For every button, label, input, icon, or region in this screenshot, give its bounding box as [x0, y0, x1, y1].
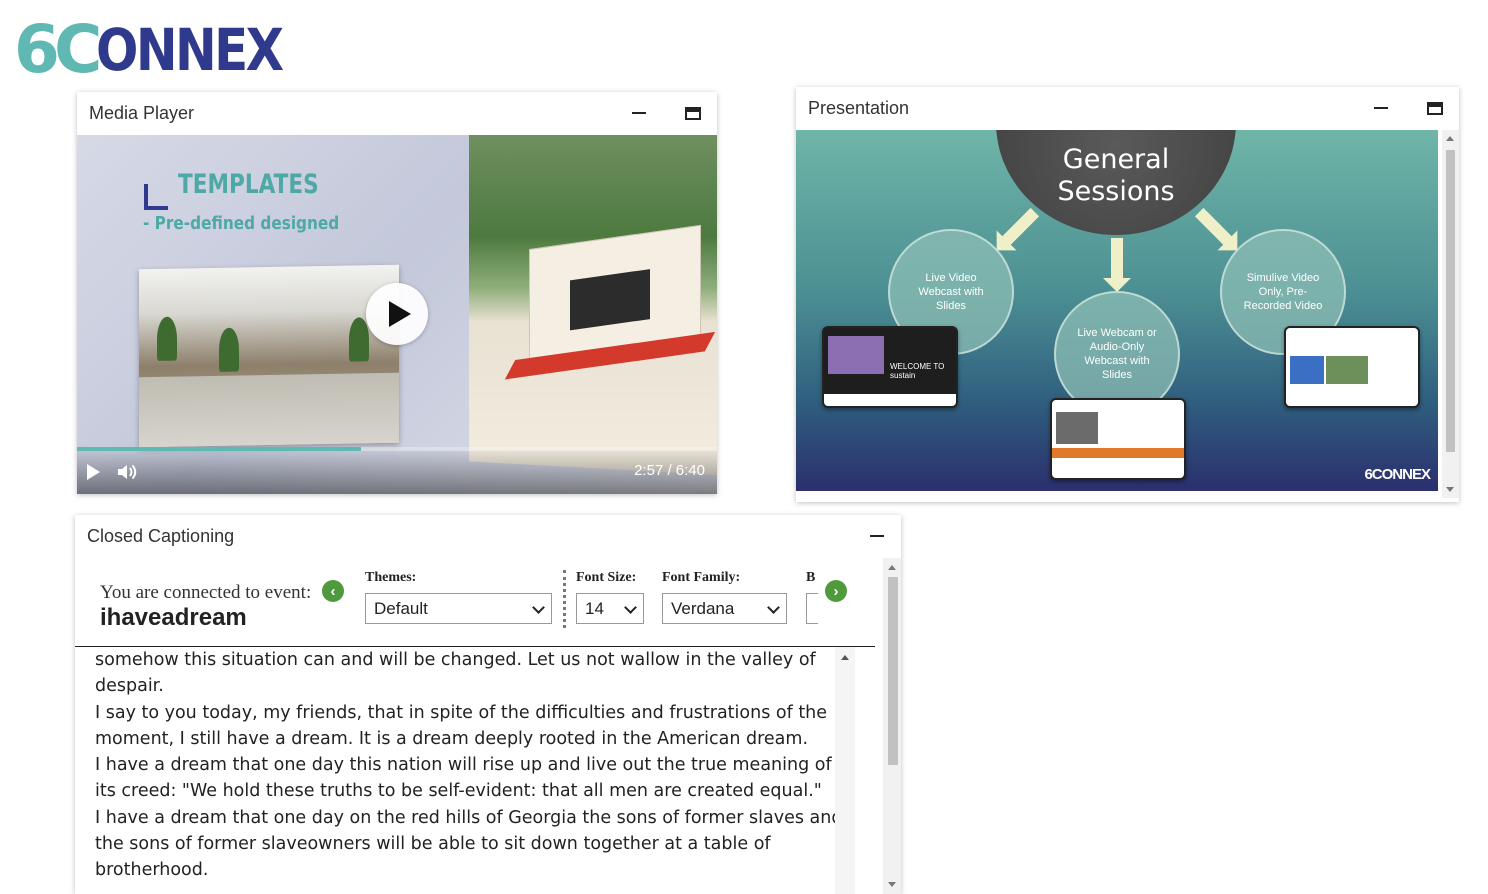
arrow-icon — [1194, 207, 1234, 247]
connex-logo: 6 C ONNEX — [14, 11, 312, 88]
font-size-value: 14 — [585, 598, 604, 618]
presentation-header: Presentation — [796, 87, 1459, 129]
thumbnail-caption: WELCOME TO sustain — [890, 362, 945, 380]
chevron-right-icon: › — [833, 582, 839, 600]
general-sessions-text: General Sessions — [1057, 144, 1175, 207]
tree-icon — [157, 316, 177, 361]
divider — [563, 570, 566, 628]
scrollbar-thumb[interactable] — [1446, 150, 1455, 452]
volume-icon[interactable] — [117, 463, 139, 481]
media-player-header: Media Player — [77, 92, 717, 134]
font-family-select[interactable]: Verdana — [662, 593, 787, 624]
previous-arrow-button[interactable]: ‹ — [322, 580, 344, 602]
big-play-button[interactable] — [366, 283, 428, 345]
media-player-title: Media Player — [89, 102, 195, 123]
minimize-button[interactable] — [627, 101, 651, 125]
maximize-button[interactable] — [1423, 96, 1447, 120]
presentation-slide: General Sessions Live Video Webcast with… — [796, 130, 1438, 491]
media-player-panel: Media Player TEMPLATES - Pre-defined des… — [77, 92, 717, 494]
chevron-left-icon: ‹ — [330, 582, 336, 600]
font-family-label: Font Family: — [662, 570, 741, 585]
event-name: ihaveadream — [100, 604, 247, 631]
play-icon[interactable] — [87, 464, 100, 480]
transcript-scrollbar[interactable] — [835, 647, 855, 894]
scroll-up-icon[interactable] — [888, 565, 896, 570]
presentation-panel: Presentation General Sessions Live Video… — [796, 87, 1459, 502]
video-controls: 2:57 / 6:40 — [77, 446, 717, 494]
tree-icon — [349, 317, 369, 362]
slide-brand-logo: 6CONNEX — [1364, 466, 1431, 483]
scroll-up-icon[interactable] — [841, 655, 849, 660]
minimize-button[interactable] — [865, 524, 889, 548]
logo-six: 6 — [14, 11, 60, 88]
video-subheading: - Pre-defined designed — [143, 213, 340, 234]
caption-toolbar: You are connected to event: ihaveadream … — [75, 558, 875, 647]
presentation-scrollbar[interactable] — [1442, 130, 1459, 498]
closed-captioning-title: Closed Captioning — [87, 525, 235, 546]
booth-screen — [570, 269, 650, 331]
chevron-down-icon — [767, 601, 780, 614]
transcript-line: I have a dream that one day this nation … — [95, 755, 832, 802]
thumbnail-simulive — [1284, 326, 1420, 408]
progress-fill — [77, 447, 361, 451]
minimize-icon — [1374, 107, 1388, 109]
themes-label: Themes: — [365, 570, 417, 585]
thumbnail-webcast: WELCOME TO sustain — [822, 326, 958, 408]
chevron-down-icon — [532, 601, 545, 614]
video-heading: TEMPLATES — [178, 169, 319, 200]
transcript-line: I have a dream that one day on the red h… — [95, 807, 843, 881]
closed-captioning-panel: Closed Captioning You are connected to e… — [75, 515, 901, 894]
transcript-area[interactable]: somehow this situation can and will be c… — [75, 647, 875, 894]
scroll-up-icon[interactable] — [1446, 136, 1454, 141]
lobby-scene-image — [139, 264, 399, 448]
progress-bar[interactable] — [77, 447, 717, 451]
scrollbar-thumb[interactable] — [888, 577, 898, 765]
maximize-icon — [685, 106, 701, 120]
minimize-icon — [632, 112, 646, 114]
minimize-button[interactable] — [1369, 96, 1393, 120]
truncated-label: B — [806, 570, 816, 585]
chevron-down-icon — [624, 601, 637, 614]
arrow-icon — [1000, 207, 1040, 247]
booth-image — [504, 224, 716, 380]
themes-select[interactable]: Default — [365, 593, 552, 624]
tree-icon — [219, 327, 239, 372]
arrow-icon — [1103, 238, 1131, 292]
themes-value: Default — [374, 598, 428, 618]
thumbnail-webcam — [1050, 398, 1186, 480]
video-time: 2:57 / 6:40 — [634, 462, 705, 479]
logo-onnex: ONNEX — [96, 16, 284, 84]
presentation-title: Presentation — [808, 97, 910, 118]
font-size-select[interactable]: 14 — [576, 593, 644, 624]
truncated-select[interactable] — [806, 593, 818, 624]
template-mark-base — [144, 206, 168, 210]
caption-panel-scrollbar[interactable] — [883, 558, 901, 894]
transcript-line: I say to you today, my friends, that in … — [95, 702, 828, 749]
lobby-floor — [139, 372, 399, 448]
transcript-line: somehow this situation can and will be c… — [95, 650, 816, 697]
scroll-down-icon[interactable] — [888, 882, 896, 887]
next-arrow-button[interactable]: › — [825, 580, 847, 602]
transcript-text: somehow this situation can and will be c… — [95, 647, 845, 884]
font-family-value: Verdana — [671, 598, 735, 618]
closed-captioning-header: Closed Captioning — [75, 515, 901, 557]
maximize-icon — [1427, 101, 1443, 115]
scroll-down-icon[interactable] — [1446, 487, 1454, 492]
minimize-icon — [870, 535, 884, 537]
play-icon — [389, 301, 411, 327]
connected-label: You are connected to event: — [100, 582, 312, 603]
font-size-label: Font Size: — [576, 570, 637, 585]
video-area[interactable]: TEMPLATES - Pre-defined designed 2:57 / … — [77, 135, 717, 494]
maximize-button[interactable] — [681, 101, 705, 125]
